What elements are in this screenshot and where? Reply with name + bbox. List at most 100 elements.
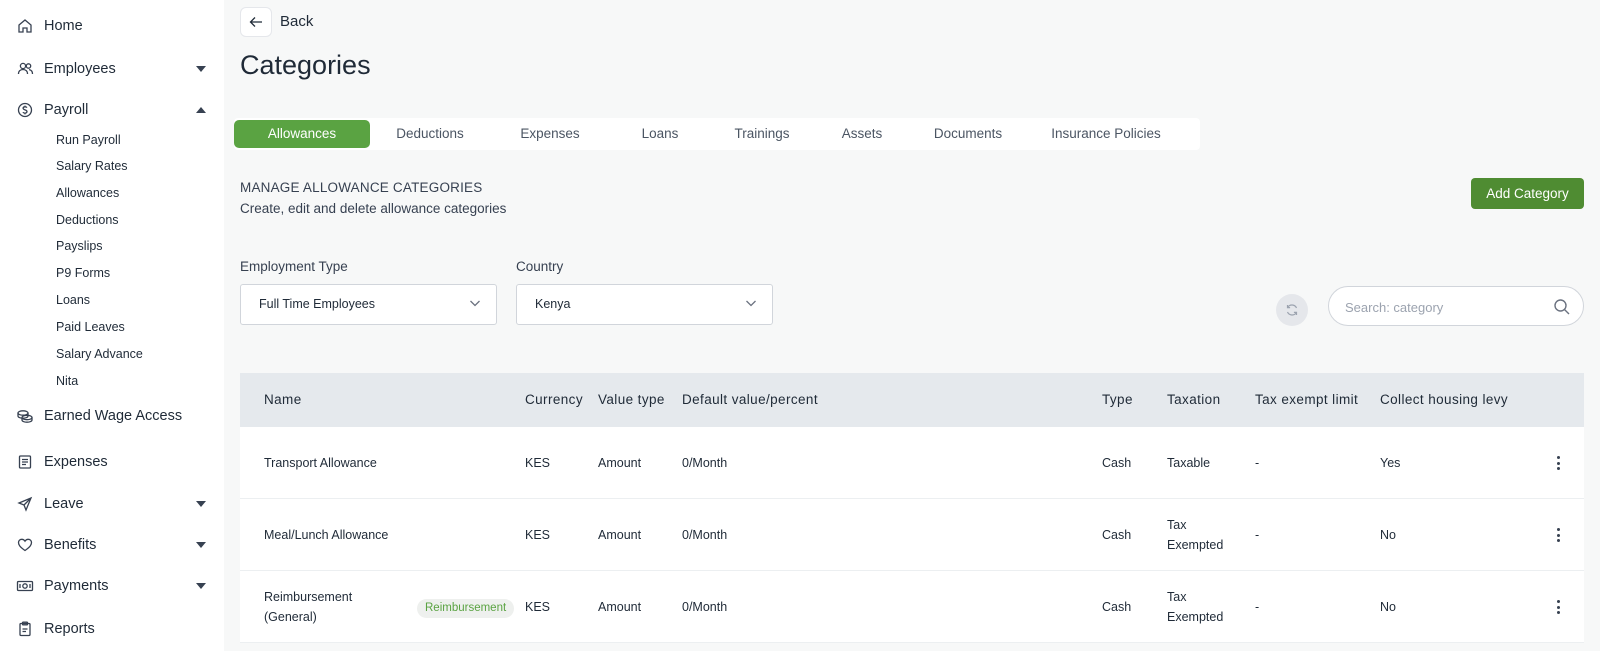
cell-type: Cash — [1102, 600, 1132, 614]
dollar-circle-icon — [16, 101, 34, 119]
cell-taxation: Tax Exempted — [1167, 518, 1224, 552]
cell-taxation: Taxable — [1167, 456, 1211, 470]
cell-name: Reimbursement (General) — [264, 590, 353, 624]
page-title: Categories — [240, 50, 371, 80]
row-actions-button[interactable] — [1552, 454, 1564, 472]
clipboard-icon — [16, 620, 34, 638]
sidebar-item-earned-wage-access[interactable]: Earned Wage Access — [0, 400, 224, 432]
cell-name: Transport Allowance — [264, 456, 377, 470]
search-box — [1328, 286, 1584, 326]
table-header: Name Currency Value type Default value/p… — [240, 373, 1584, 427]
home-icon — [16, 17, 34, 35]
section-subtitle: Create, edit and delete allowance catego… — [240, 201, 507, 216]
sidebar-item-label: Payments — [44, 578, 109, 594]
table-row[interactable]: Meal/Lunch Allowance KES Amount 0/Month … — [240, 499, 1584, 571]
tab-loans[interactable]: Loans — [610, 120, 710, 148]
row-actions-button[interactable] — [1552, 526, 1564, 544]
table-row[interactable]: Reimbursement (General) Reimbursement KE… — [240, 571, 1584, 643]
coins-icon — [16, 407, 34, 425]
cash-icon — [16, 577, 34, 595]
country-select[interactable]: Kenya — [516, 284, 773, 325]
column-header-default-value[interactable]: Default value/percent — [682, 392, 818, 407]
country-value: Kenya — [535, 297, 571, 311]
tab-expenses[interactable]: Expenses — [490, 120, 610, 148]
cell-housing-levy: Yes — [1380, 456, 1401, 470]
sidebar-item-home[interactable]: Home — [0, 10, 224, 42]
employment-type-value: Full Time Employees — [259, 297, 376, 311]
column-header-taxation[interactable]: Taxation — [1167, 392, 1220, 407]
row-actions-button[interactable] — [1552, 598, 1564, 616]
chevron-down-icon — [196, 66, 206, 72]
sidebar-item-label: Payroll — [44, 102, 89, 118]
search-icon[interactable] — [1553, 298, 1571, 316]
plane-icon — [16, 495, 34, 513]
tab-insurance-policies[interactable]: Insurance Policies — [1026, 120, 1186, 148]
sidebar-item-label: Home — [44, 18, 83, 34]
column-header-name[interactable]: Name — [264, 392, 302, 407]
sidebar-item-leave[interactable]: Leave — [0, 488, 224, 520]
cell-currency: KES — [525, 528, 551, 542]
tab-trainings[interactable]: Trainings — [710, 120, 814, 148]
column-header-tax-exempt-limit[interactable]: Tax exempt limit — [1255, 392, 1358, 407]
chevron-down-icon — [196, 501, 206, 507]
sidebar-item-label: Reports — [44, 621, 95, 637]
sidebar-subitem-run-payroll[interactable]: Run Payroll — [56, 131, 121, 149]
sidebar-item-reports[interactable]: Reports — [0, 613, 224, 645]
sidebar-subitem-paid-leaves[interactable]: Paid Leaves — [56, 318, 125, 336]
cell-taxation: Tax Exempted — [1167, 590, 1224, 624]
table-row[interactable]: Transport Allowance KES Amount 0/Month C… — [240, 427, 1584, 499]
country-label: Country — [516, 259, 564, 274]
chevron-down-icon — [196, 542, 206, 548]
sidebar-item-benefits[interactable]: Benefits — [0, 529, 224, 561]
sidebar-item-label: Benefits — [44, 537, 97, 553]
column-header-housing-levy[interactable]: Collect housing levy — [1380, 392, 1508, 407]
column-header-type[interactable]: Type — [1102, 392, 1133, 407]
tab-assets[interactable]: Assets — [814, 120, 910, 148]
sidebar-subitem-salary-rates[interactable]: Salary Rates — [56, 157, 128, 175]
cell-type: Cash — [1102, 528, 1132, 542]
cell-value-type: Amount — [598, 528, 642, 542]
tab-documents[interactable]: Documents — [910, 120, 1026, 148]
chevron-down-icon — [746, 300, 756, 307]
chevron-down-icon — [196, 583, 206, 589]
refresh-button[interactable] — [1276, 294, 1308, 326]
sidebar-subitem-deductions[interactable]: Deductions — [56, 211, 119, 229]
arrow-left-icon — [249, 17, 262, 27]
cell-housing-levy: No — [1380, 600, 1396, 614]
cell-default-value: 0/Month — [682, 600, 728, 614]
employment-type-select[interactable]: Full Time Employees — [240, 284, 497, 325]
back-link[interactable]: Back — [280, 13, 313, 30]
add-category-button[interactable]: Add Category — [1471, 178, 1584, 209]
sidebar-subitem-loans[interactable]: Loans — [56, 291, 90, 309]
refresh-icon — [1286, 304, 1298, 316]
cell-default-value: 0/Month — [682, 456, 728, 470]
search-input[interactable] — [1345, 297, 1545, 317]
sidebar-item-expenses[interactable]: Expenses — [0, 446, 224, 478]
tab-deductions[interactable]: Deductions — [370, 120, 490, 148]
back-button[interactable] — [240, 7, 272, 37]
tab-allowances[interactable]: Allowances — [234, 120, 370, 148]
cell-value-type: Amount — [598, 456, 642, 470]
sidebar-subitem-p9-forms[interactable]: P9 Forms — [56, 264, 110, 282]
cell-tax-exempt-limit: - — [1255, 456, 1260, 470]
sidebar-item-label: Expenses — [44, 454, 108, 470]
sidebar-subitem-payslips[interactable]: Payslips — [56, 237, 103, 255]
sidebar-subitem-salary-advance[interactable]: Salary Advance — [56, 345, 143, 363]
cell-housing-levy: No — [1380, 528, 1396, 542]
cell-type: Cash — [1102, 456, 1132, 470]
sidebar-subitem-allowances[interactable]: Allowances — [56, 184, 119, 202]
sidebar-item-label: Employees — [44, 61, 116, 77]
sidebar-item-label: Earned Wage Access — [44, 408, 183, 424]
column-header-currency[interactable]: Currency — [525, 392, 583, 407]
sidebar-item-employees[interactable]: Employees — [0, 53, 224, 85]
cell-currency: KES — [525, 600, 551, 614]
heart-icon — [16, 536, 34, 554]
sidebar-item-label: Leave — [44, 496, 84, 512]
sidebar-item-payroll[interactable]: Payroll — [0, 94, 224, 126]
column-header-value-type[interactable]: Value type — [598, 392, 665, 407]
sidebar-item-payments[interactable]: Payments — [0, 570, 224, 602]
reimbursement-badge: Reimbursement — [417, 599, 515, 618]
chevron-down-icon — [470, 300, 480, 307]
cell-tax-exempt-limit: - — [1255, 528, 1260, 542]
sidebar-subitem-nita[interactable]: Nita — [56, 372, 78, 390]
